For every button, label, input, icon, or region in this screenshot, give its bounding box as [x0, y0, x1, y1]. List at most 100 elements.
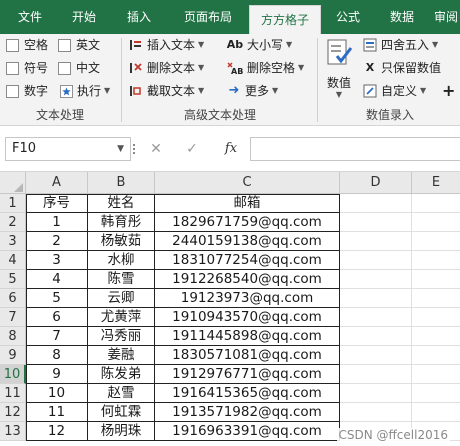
table-cell[interactable] [340, 308, 412, 327]
table-cell[interactable]: 云卿 [88, 289, 155, 308]
round-button[interactable]: 四舍五入 ▼ [362, 35, 438, 55]
table-cell[interactable]: 1911445898@qq.com [155, 327, 340, 346]
table-cell[interactable]: 7 [26, 327, 88, 346]
table-cell[interactable]: 1 [26, 213, 88, 232]
tab-page-layout[interactable]: 页面布局 [171, 0, 245, 34]
table-cell[interactable]: 5 [26, 289, 88, 308]
table-cell[interactable] [340, 327, 412, 346]
table-cell[interactable]: 3 [26, 251, 88, 270]
table-cell[interactable] [340, 403, 412, 422]
execute-button[interactable]: 执行 ▼ [58, 81, 110, 101]
formula-input[interactable] [250, 137, 460, 161]
table-cell[interactable] [340, 289, 412, 308]
table-cell[interactable] [412, 365, 460, 384]
row-header[interactable]: 11 [0, 384, 26, 403]
table-cell[interactable]: 1829671759@qq.com [155, 213, 340, 232]
table-cell[interactable]: 尤黄萍 [88, 308, 155, 327]
confirm-button[interactable]: ✓ [181, 139, 203, 159]
more-button[interactable]: ➜ 更多 ▼ [226, 81, 279, 101]
case-button[interactable]: Ab 大小写 ▼ [226, 35, 292, 55]
table-cell[interactable]: 6 [26, 308, 88, 327]
tab-home[interactable]: 开始 [62, 0, 106, 34]
table-cell[interactable] [340, 365, 412, 384]
extract-text-button[interactable]: 截取文本 ▼ [128, 81, 204, 101]
table-cell[interactable]: 赵雪 [88, 384, 155, 403]
row-header[interactable]: 6 [0, 289, 26, 308]
row-header[interactable]: 9 [0, 346, 26, 365]
table-cell[interactable]: 姜融 [88, 346, 155, 365]
table-cell[interactable] [412, 308, 460, 327]
table-cell[interactable]: 2 [26, 232, 88, 251]
table-cell[interactable]: 1912268540@qq.com [155, 270, 340, 289]
table-cell[interactable]: 何虹霖 [88, 403, 155, 422]
row-header[interactable]: 4 [0, 251, 26, 270]
table-cell[interactable]: 1913571982@qq.com [155, 403, 340, 422]
cell-a1[interactable]: 序号 [26, 194, 88, 213]
table-cell[interactable]: 陈发弟 [88, 365, 155, 384]
table-cell[interactable] [412, 289, 460, 308]
table-cell[interactable] [412, 270, 460, 289]
keep-value-button[interactable]: X 只保留数值 [362, 58, 441, 78]
checkbox-number[interactable]: 数字 [6, 81, 48, 101]
row-header[interactable]: 8 [0, 327, 26, 346]
add-button[interactable]: + [442, 81, 455, 101]
select-all-button[interactable] [0, 172, 26, 194]
tab-formulas[interactable]: 公式 [326, 0, 370, 34]
chevron-down-icon[interactable]: ▼ [117, 138, 124, 160]
table-cell[interactable]: 1916415365@qq.com [155, 384, 340, 403]
table-cell[interactable]: 陈雪 [88, 270, 155, 289]
table-cell[interactable]: 水柳 [88, 251, 155, 270]
custom-button[interactable]: 自定义 ▼ [362, 81, 426, 101]
table-cell[interactable] [412, 384, 460, 403]
table-cell[interactable]: 4 [26, 270, 88, 289]
table-cell[interactable]: 冯秀丽 [88, 327, 155, 346]
column-header-b[interactable]: B [88, 172, 155, 194]
table-cell[interactable] [412, 327, 460, 346]
table-cell[interactable] [340, 232, 412, 251]
tab-fangfanggezi[interactable]: 方方格子 [249, 5, 321, 34]
table-cell[interactable]: 1912976771@qq.com [155, 365, 340, 384]
row-header[interactable]: 3 [0, 232, 26, 251]
column-header-a[interactable]: A [26, 172, 88, 194]
table-cell[interactable]: 杨敏茹 [88, 232, 155, 251]
column-header-e[interactable]: E [412, 172, 460, 194]
cell-e1[interactable] [412, 194, 460, 213]
checkbox-box[interactable] [6, 38, 19, 52]
table-cell[interactable] [340, 346, 412, 365]
row-header[interactable]: 12 [0, 403, 26, 422]
worksheet-grid[interactable]: A B C D E 1 序号 姓名 邮箱 2 1 韩育彤 1829671759@qq.… [0, 172, 460, 446]
checkbox-box[interactable] [6, 61, 19, 75]
cell-d1[interactable] [340, 194, 412, 213]
delete-space-button[interactable]: AB 删除空格 ▼ [226, 58, 304, 78]
table-cell[interactable]: 9 [26, 365, 88, 384]
table-cell[interactable]: 杨明珠 [88, 422, 155, 441]
checkbox-space[interactable]: 空格 [6, 35, 48, 55]
row-header[interactable]: 2 [0, 213, 26, 232]
table-cell[interactable] [340, 213, 412, 232]
table-cell[interactable]: 韩育彤 [88, 213, 155, 232]
formula-bar-grip[interactable] [133, 144, 137, 156]
tab-review[interactable]: 审阅 [434, 0, 460, 34]
row-header[interactable]: 1 [0, 194, 26, 213]
checkbox-box[interactable] [58, 61, 71, 75]
table-cell[interactable]: 11 [26, 403, 88, 422]
table-cell[interactable]: 1831077254@qq.com [155, 251, 340, 270]
table-cell[interactable] [412, 232, 460, 251]
table-cell[interactable]: 2440159138@qq.com [155, 232, 340, 251]
row-header[interactable]: 13 [0, 422, 26, 441]
table-cell[interactable]: 1830571081@qq.com [155, 346, 340, 365]
table-cell[interactable]: 1910943570@qq.com [155, 308, 340, 327]
checkbox-english[interactable]: 英文 [58, 35, 100, 55]
table-cell[interactable] [412, 251, 460, 270]
table-cell[interactable]: 10 [26, 384, 88, 403]
column-header-c[interactable]: C [155, 172, 340, 194]
checkbox-symbol[interactable]: 符号 [6, 58, 48, 78]
tab-file[interactable]: 文件 [8, 0, 52, 34]
insert-function-button[interactable]: fx [220, 139, 242, 159]
delete-text-button[interactable]: 删除文本 ▼ [128, 58, 204, 78]
cell-c1[interactable]: 邮箱 [155, 194, 340, 213]
table-cell[interactable] [340, 270, 412, 289]
tab-data[interactable]: 数据 [380, 0, 424, 34]
checkbox-box[interactable] [6, 84, 19, 98]
row-header[interactable]: 10 [0, 365, 26, 384]
